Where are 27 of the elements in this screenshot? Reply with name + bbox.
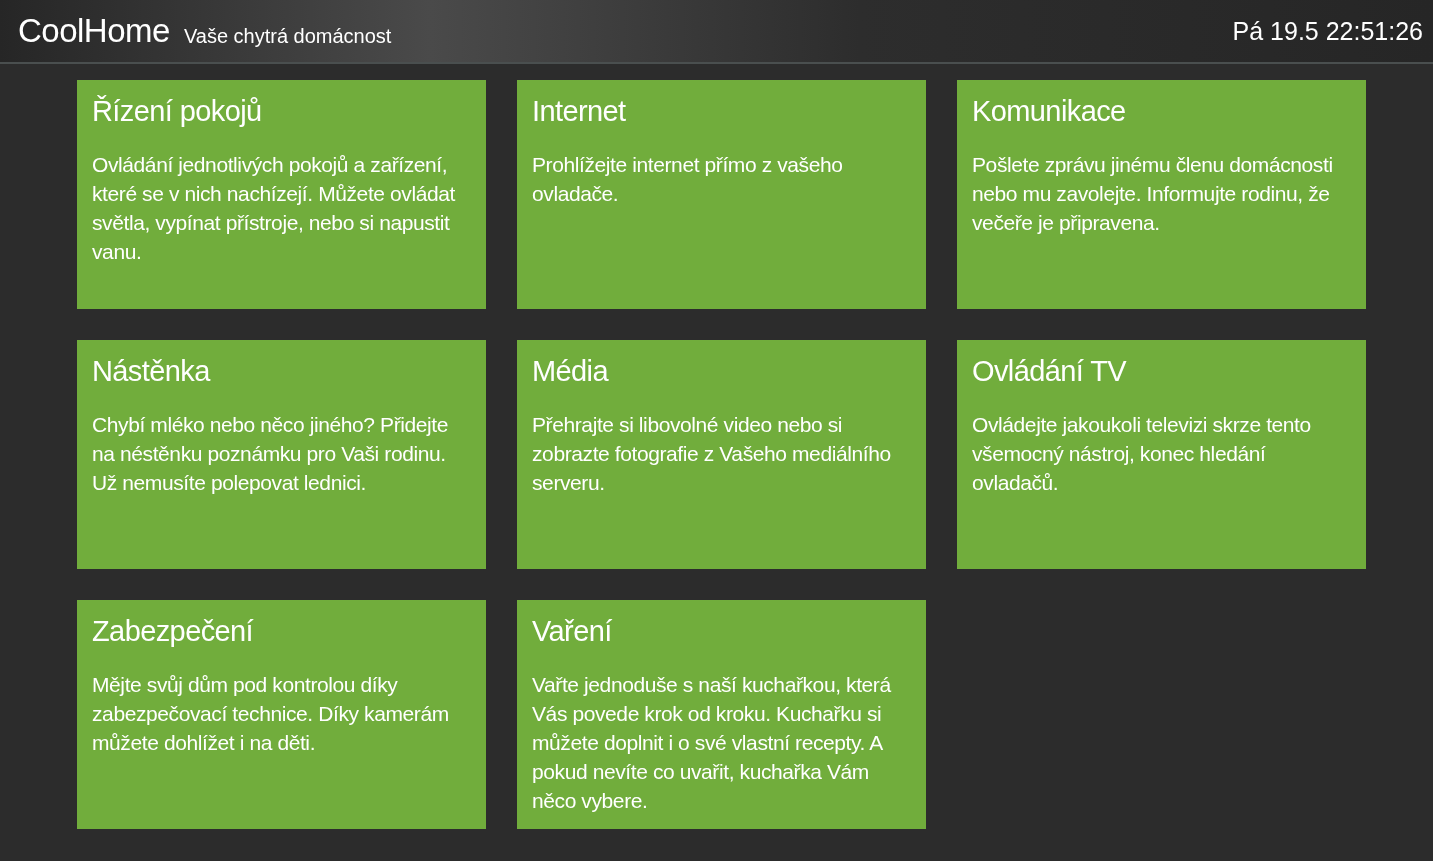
menu-tile[interactable]: Nástěnka Chybí mléko nebo něco jiného? Přidejte na néstěnku poznámku pro Vaši rodinu. Už nemusíte polepovat lednici.: [77, 340, 486, 569]
tile-title: Nástěnka: [92, 354, 212, 388]
menu-tile[interactable]: Zabezpečení Mějte svůj dům pod kontrolou díky zabezpečovací technice. Díky kamerám můžete dohlížet i na děti.: [77, 600, 486, 829]
menu-tile[interactable]: Vaření Vařte jednoduše s naší kuchařkou, která Vás povede krok od kroku. Kuchařku si můžete doplnit i o své vlastní recepty. A pokud nevíte co uvařit, kuchařka Vám něco vybere.: [517, 600, 926, 829]
tile-description: Mějte svůj dům pod kontrolou díky zabezpečovací technice. Díky kamerám můžete dohlížet i na děti.: [92, 672, 450, 756]
tile-description: Ovládání jednotlivých pokojů a zařízení, které se v nich nachízejí. Můžete ovládat světla, vypínat přístroje, nebo si napustit vanu.: [92, 152, 456, 265]
menu-tile[interactable]: Internet Prohlížejte internet přímo z vašeho ovladače.: [517, 80, 926, 309]
menu-tile[interactable]: Média Přehrajte si libovolné video nebo si zobrazte fotografie z Vašeho mediálního serveru.: [517, 340, 926, 569]
tile-title: Vaření: [532, 614, 613, 648]
app-name: CoolHome: [18, 12, 170, 50]
tile-description: Vařte jednoduše s naší kuchařkou, která Vás povede krok od kroku. Kuchařku si můžete doplnit i o své vlastní recepty. A pokud nevíte co uvařit, kuchařka Vám něco vybere.: [532, 672, 892, 814]
tile-title: Internet: [532, 94, 627, 128]
tile-description: Pošlete zprávu jinému členu domácnosti nebo mu zavolejte. Informujte rodinu, že večeře je připravena.: [972, 152, 1334, 236]
menu-tile[interactable]: Ovládání TV Ovládejte jakoukoli televizi skrze tento všemocný nástroj, konec hledání ovladačů.: [957, 340, 1366, 569]
tagline: Vaše chytrá domácnost: [183, 24, 392, 48]
tile-title: Média: [532, 354, 610, 388]
menu-tile[interactable]: Komunikace Pošlete zprávu jinému členu domácnosti nebo mu zavolejte. Informujte rodinu, že večeře je připravena.: [957, 80, 1366, 309]
date-time: Pá 19.5 22:51:26: [1232, 16, 1423, 46]
tile-description: Ovládejte jakoukoli televizi skrze tento všemocný nástroj, konec hledání ovladačů.: [972, 412, 1312, 496]
tile-title: Zabezpečení: [92, 614, 255, 648]
tile-title: Ovládání TV: [972, 354, 1128, 388]
tile-title: Řízení pokojů: [92, 94, 263, 128]
tile-description: Přehrajte si libovolné video nebo si zobrazte fotografie z Vašeho mediálního serveru.: [532, 412, 892, 496]
tile-description: Prohlížejte internet přímo z vašeho ovladače.: [532, 152, 844, 207]
menu-tile[interactable]: Řízení pokojů Ovládání jednotlivých pokojů a zařízení, které se v nich nachízejí. Můžete ovládat světla, vypínat přístroje, nebo si napustit vanu.: [77, 80, 486, 309]
tile-description: Chybí mléko nebo něco jiného? Přidejte na néstěnku poznámku pro Vaši rodinu. Už nemusíte polepovat lednici.: [92, 412, 450, 496]
tile-title: Komunikace: [972, 94, 1127, 128]
